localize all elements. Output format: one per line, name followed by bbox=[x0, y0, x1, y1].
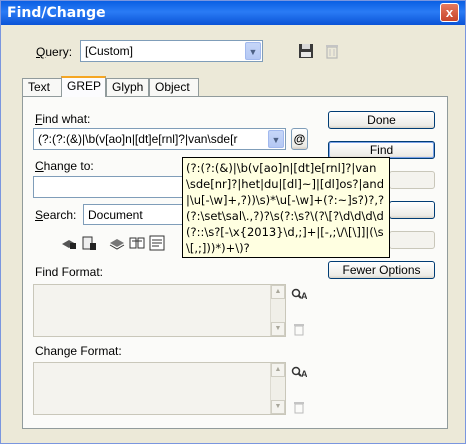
tab-object[interactable]: Object bbox=[149, 78, 199, 96]
change-find-button[interactable] bbox=[389, 231, 435, 249]
clear-change-format-icon[interactable] bbox=[291, 399, 307, 415]
change-button[interactable] bbox=[389, 171, 435, 189]
fewer-options-button[interactable]: Fewer Options bbox=[328, 261, 435, 279]
special-characters-button[interactable]: @ bbox=[291, 128, 308, 150]
change-to-label: Change to: bbox=[35, 159, 94, 173]
change-all-button[interactable] bbox=[389, 201, 435, 219]
include-footnotes-icon[interactable] bbox=[149, 235, 165, 251]
change-format-scrollbar[interactable]: ▲ ▼ bbox=[270, 363, 285, 414]
save-query-icon[interactable] bbox=[298, 43, 314, 59]
query-label: Query: bbox=[36, 45, 73, 59]
grep-expression-tooltip: (?:(?:(&)|\b(v[ao]n|[dt]e[rnl]?|van\sde[… bbox=[182, 157, 390, 258]
scroll-up-icon[interactable]: ▲ bbox=[271, 285, 285, 299]
trash-icon[interactable] bbox=[324, 43, 340, 59]
done-button[interactable]: Done bbox=[328, 111, 435, 129]
scroll-up-icon[interactable]: ▲ bbox=[271, 363, 285, 377]
find-format-scrollbar[interactable]: ▲ ▼ bbox=[270, 285, 285, 336]
include-locked-layers-icon[interactable] bbox=[61, 235, 77, 251]
clear-find-format-icon[interactable] bbox=[291, 321, 307, 337]
window-title: Find/Change bbox=[7, 5, 106, 21]
chevron-down-icon[interactable]: ▼ bbox=[268, 130, 284, 148]
search-scope-dropdown[interactable]: Document bbox=[83, 204, 183, 225]
svg-text:A: A bbox=[301, 369, 307, 379]
title-bar[interactable]: Find/Change x bbox=[1, 1, 465, 25]
change-format-label: Change Format: bbox=[35, 344, 122, 358]
include-master-pages-icon[interactable] bbox=[129, 235, 145, 251]
find-what-label: Find what: bbox=[35, 112, 91, 126]
specify-find-format-icon[interactable]: A bbox=[291, 287, 307, 303]
close-button[interactable]: x bbox=[440, 3, 459, 22]
change-to-input[interactable] bbox=[33, 176, 183, 198]
query-dropdown[interactable]: [Custom] ▼ bbox=[80, 40, 263, 62]
tab-grep[interactable]: GREP bbox=[61, 76, 106, 97]
find-what-value: (?:(?:(&)|\b(v[ao]n|[dt]e[rnl]?|van\sde[… bbox=[38, 132, 238, 146]
scroll-down-icon[interactable]: ▼ bbox=[271, 322, 285, 336]
search-scope-value: Document bbox=[88, 208, 143, 222]
tab-text[interactable]: Text bbox=[22, 78, 62, 96]
specify-change-format-icon[interactable]: A bbox=[291, 365, 307, 381]
chevron-down-icon[interactable]: ▼ bbox=[245, 42, 261, 60]
at-sign-icon: @ bbox=[293, 132, 306, 146]
close-icon: x bbox=[445, 5, 454, 20]
find-format-box[interactable]: ▲ ▼ bbox=[33, 284, 286, 337]
scroll-down-icon[interactable]: ▼ bbox=[271, 400, 285, 414]
tab-glyph[interactable]: Glyph bbox=[106, 78, 149, 96]
change-format-box[interactable]: ▲ ▼ bbox=[33, 362, 286, 415]
include-locked-stories-icon[interactable] bbox=[81, 235, 97, 251]
search-label: Search: bbox=[35, 208, 77, 222]
find-change-dialog: Find/Change x Query: [Custom] ▼ Text GRE… bbox=[0, 0, 466, 444]
query-value: [Custom] bbox=[85, 44, 134, 58]
svg-text:A: A bbox=[301, 291, 307, 301]
find-what-input[interactable]: (?:(?:(&)|\b(v[ao]n|[dt]e[rnl]?|van\sde[… bbox=[33, 128, 286, 150]
include-hidden-layers-icon[interactable] bbox=[109, 235, 125, 251]
find-format-label: Find Format: bbox=[35, 265, 104, 279]
